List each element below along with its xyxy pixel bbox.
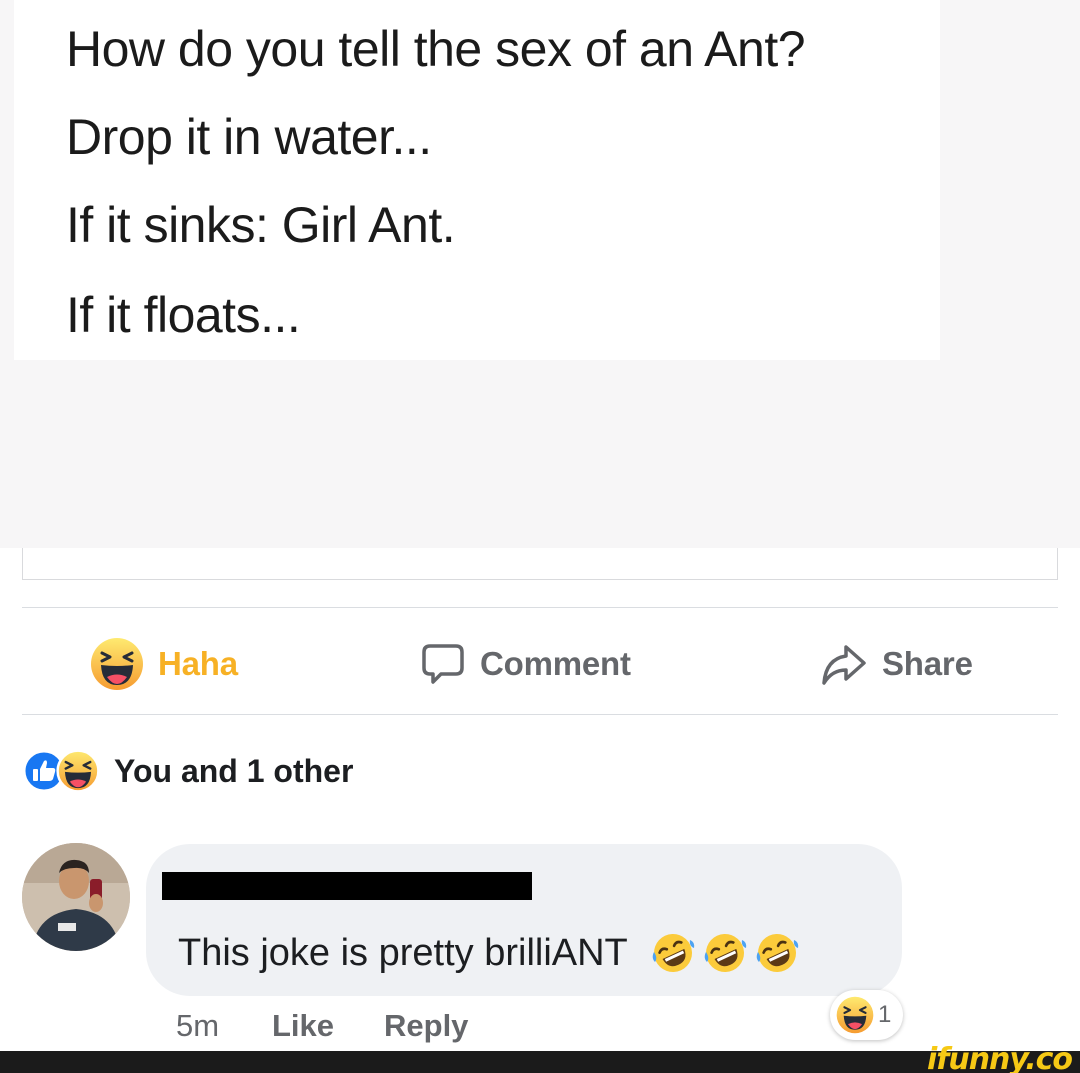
reaction-count-number: 1 bbox=[878, 1001, 892, 1028]
reactions-summary-text: You and 1 other bbox=[114, 752, 354, 789]
share-button[interactable]: Share bbox=[820, 636, 973, 692]
rofl-icon bbox=[702, 930, 748, 976]
divider-top bbox=[22, 607, 1058, 608]
footer-bar bbox=[0, 1051, 1080, 1073]
post-line-1: How do you tell the sex of an Ant? bbox=[66, 21, 806, 77]
haha-label: Haha bbox=[158, 645, 238, 682]
redacted-commenter-name bbox=[162, 872, 532, 900]
ifunny-watermark: ifunny.co bbox=[927, 1042, 1073, 1073]
comment-label: Comment bbox=[480, 645, 631, 682]
comment-timestamp: 5m bbox=[176, 1008, 220, 1043]
facebook-post-screenshot: How do you tell the sex of an Ant? Drop … bbox=[0, 0, 1080, 1073]
avatar[interactable] bbox=[22, 843, 130, 951]
comment-reaction-count[interactable]: 1 bbox=[830, 990, 904, 1040]
share-label: Share bbox=[882, 645, 973, 682]
comment-like-button[interactable]: Like bbox=[272, 1008, 334, 1044]
haha-button[interactable]: Haha bbox=[90, 636, 238, 692]
rofl-icon bbox=[650, 930, 696, 976]
haha-icon bbox=[56, 749, 100, 793]
link-preview-frame bbox=[22, 548, 1058, 580]
post-line-3: If it sinks: Girl Ant. bbox=[66, 197, 456, 253]
post-line-4: If it floats... bbox=[66, 287, 301, 343]
share-icon bbox=[820, 641, 868, 687]
comment-emojis bbox=[650, 930, 800, 976]
comment-body: This joke is pretty brilliANT bbox=[178, 930, 800, 976]
rofl-icon bbox=[754, 930, 800, 976]
post-content-area: How do you tell the sex of an Ant? Drop … bbox=[0, 0, 1080, 548]
haha-icon bbox=[836, 996, 874, 1034]
comment-icon bbox=[420, 641, 466, 687]
reactions-summary[interactable]: You and 1 other bbox=[22, 746, 353, 796]
haha-icon bbox=[90, 637, 144, 691]
post-line-2: Drop it in water... bbox=[66, 109, 432, 165]
comment-button[interactable]: Comment bbox=[420, 636, 631, 692]
divider-bottom bbox=[22, 714, 1058, 715]
comment-text: This joke is pretty brilliANT bbox=[178, 931, 628, 974]
comment-reply-button[interactable]: Reply bbox=[384, 1008, 468, 1044]
